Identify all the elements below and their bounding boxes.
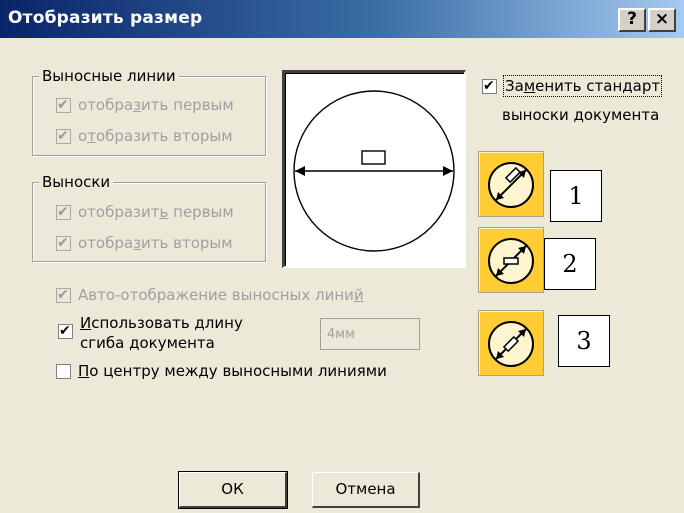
auto-display-checkbox[interactable]: ✔ Авто-отображение выносных линий bbox=[56, 285, 364, 305]
use-bend-checkbox[interactable]: ✔ bbox=[58, 323, 73, 339]
checkbox-box[interactable]: ✔ bbox=[56, 286, 71, 303]
use-bend-label: Использовать длину сгиба документа bbox=[80, 314, 243, 352]
dimension-preview bbox=[282, 70, 466, 268]
ok-button[interactable]: ОК bbox=[178, 471, 288, 509]
center-checkbox[interactable]: По центру между выносными линиями bbox=[56, 361, 387, 381]
replace-standard-checkbox[interactable]: ✔ bbox=[482, 78, 497, 94]
close-button[interactable]: × bbox=[648, 8, 676, 32]
diameter-text-horizontal-icon bbox=[488, 238, 534, 284]
checkbox-box[interactable] bbox=[56, 363, 71, 379]
checkbox-box[interactable]: ✔ bbox=[56, 234, 71, 251]
title-bar[interactable]: Отобразить размер ? × bbox=[0, 0, 684, 38]
checkbox-box[interactable]: ✔ bbox=[56, 203, 71, 220]
ext-lines-legend: Выносные линии bbox=[39, 66, 179, 86]
auto-display-label: Авто-отображение выносных линий bbox=[78, 286, 364, 304]
diameter-text-inline-button[interactable] bbox=[478, 310, 544, 376]
label-number-2: 2 bbox=[544, 238, 596, 290]
window-title: Отобразить размер bbox=[8, 8, 203, 28]
check-icon: ✔ bbox=[57, 127, 69, 144]
ext-lines-first-checkbox[interactable]: ✔ отобразить первым bbox=[56, 95, 234, 115]
label-number-3: 3 bbox=[558, 315, 610, 367]
dialog-window: Отобразить размер ? × Выносные линии ✔ о… bbox=[0, 0, 684, 513]
bend-length-input[interactable]: 4мм bbox=[320, 318, 420, 350]
replace-standard-label-line2: выноски документа bbox=[502, 106, 660, 124]
checkbox-box[interactable]: ✔ bbox=[56, 96, 71, 113]
check-icon: ✔ bbox=[57, 286, 69, 303]
help-button[interactable]: ? bbox=[618, 8, 646, 32]
diameter-text-aligned-button[interactable] bbox=[478, 151, 544, 217]
check-icon: ✔ bbox=[59, 323, 71, 339]
center-label: По центру между выносными линиями bbox=[78, 362, 387, 380]
ext-lines-second-checkbox[interactable]: ✔ отобразить вторым bbox=[56, 126, 233, 146]
diameter-text-aligned-icon bbox=[488, 162, 534, 208]
leaders-first-label: отобразить первым bbox=[78, 203, 234, 221]
label-number-1: 1 bbox=[550, 170, 602, 222]
check-icon: ✔ bbox=[57, 234, 69, 251]
ext-lines-first-label: отобразить первым bbox=[78, 96, 234, 114]
leaders-first-checkbox[interactable]: ✔ отобразить первым bbox=[56, 202, 234, 222]
ext-lines-second-label: отобразить вторым bbox=[78, 127, 233, 145]
replace-standard-label: Заменить стандарт bbox=[502, 75, 663, 97]
leaders-second-checkbox[interactable]: ✔ отобразить вторым bbox=[56, 233, 233, 253]
check-icon: ✔ bbox=[483, 78, 495, 94]
diameter-text-inline-icon bbox=[488, 321, 534, 367]
leaders-second-label: отобразить вторым bbox=[78, 234, 233, 252]
diameter-preview-drawing bbox=[293, 90, 455, 252]
checkbox-box[interactable]: ✔ bbox=[56, 127, 71, 144]
check-icon: ✔ bbox=[57, 96, 69, 113]
diameter-text-horizontal-button[interactable] bbox=[478, 227, 544, 293]
check-icon: ✔ bbox=[57, 203, 69, 220]
leaders-legend: Выноски bbox=[39, 172, 114, 192]
cancel-button[interactable]: Отмена bbox=[312, 472, 420, 508]
